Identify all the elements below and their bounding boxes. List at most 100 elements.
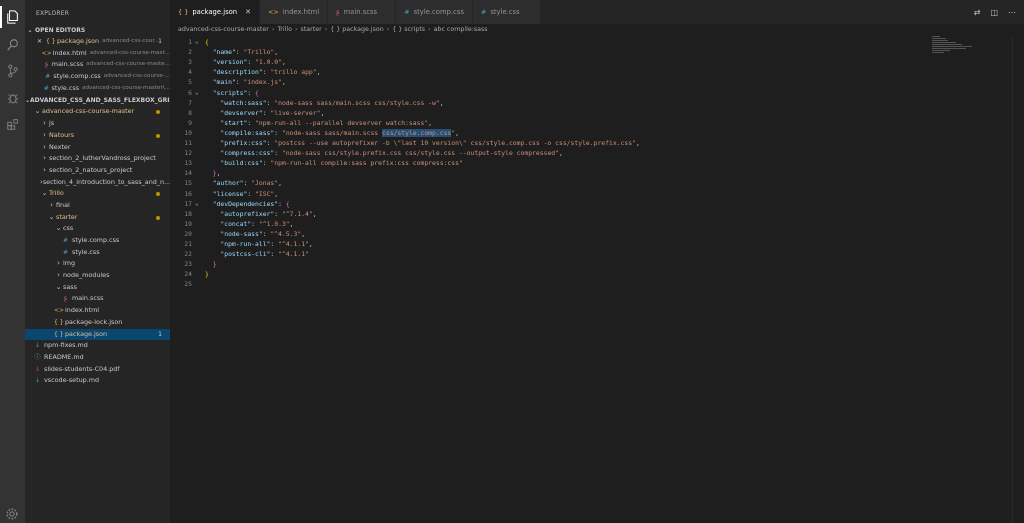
breadcrumb-item[interactable]: advanced-css-course-master — [178, 26, 269, 33]
code-text: "node-sass": "^4.5.3", — [220, 229, 306, 238]
line-number: 14 — [184, 169, 192, 178]
explorer-icon[interactable] — [5, 9, 20, 24]
scss-file-icon: ʂ — [336, 8, 340, 16]
tree-item[interactable]: ⌄ Trillo — [25, 188, 170, 200]
json-file-icon: { } — [46, 38, 56, 45]
split-editor-icon[interactable]: ◫ — [990, 8, 998, 17]
line-number: 20 — [184, 229, 192, 238]
problem-count-badge: 1 — [158, 38, 162, 45]
fold-chevron-icon[interactable]: ⌄ — [195, 88, 199, 98]
fold-chevron-icon[interactable]: ⌄ — [195, 199, 199, 209]
html-file-icon: <> — [41, 49, 52, 57]
code-editor[interactable]: 1 ⌄{2 "name": "Trillo", 3 "version": "1.0.… — [170, 36, 1024, 523]
css-file-icon: # — [62, 237, 69, 244]
debug-icon[interactable] — [5, 90, 20, 105]
code-line: 10 "compile:sass": "node-sass sass/main.… — [170, 128, 950, 138]
tree-item-label: js — [49, 119, 55, 128]
open-editor-item[interactable]: <> index.html advanced-css-course-mast... — [25, 48, 170, 60]
tree-item[interactable]: › section_4_introduction_to_sass_and_n... — [25, 177, 170, 189]
modified-dot-icon — [156, 110, 160, 115]
editor-actions: ⇄ ◫ ⋯ — [974, 0, 1024, 24]
line-number: 8 — [188, 108, 192, 117]
chevron-right-icon: › — [324, 26, 328, 33]
line-number: 22 — [184, 250, 192, 259]
tree-item[interactable]: { } package.json 1 — [25, 328, 170, 341]
settings-gear-icon[interactable] — [5, 507, 20, 521]
breadcrumb-item[interactable]: starter — [301, 26, 322, 33]
editor-scrollbar[interactable] — [1012, 36, 1024, 523]
split-compare-icon[interactable]: ⇄ — [974, 8, 981, 17]
open-editor-item[interactable]: # style.css advanced-css-course-master\... — [25, 83, 170, 95]
open-editor-label: style.comp.css — [53, 72, 101, 81]
chevron-right-icon: › — [50, 200, 53, 209]
tree-item[interactable]: ⌄ starter — [25, 212, 170, 224]
tree-item[interactable]: # style.css — [25, 247, 170, 259]
chevron-down-icon: ⌄ — [27, 27, 33, 34]
breadcrumb-item[interactable]: { } scripts — [392, 26, 425, 33]
extensions-icon[interactable] — [5, 116, 20, 131]
tree-item[interactable]: › img — [25, 258, 170, 270]
tab-label: index.html — [282, 8, 320, 16]
chevron-right-icon: › — [43, 154, 46, 163]
tree-item[interactable]: ʂ main.scss — [25, 293, 170, 305]
tree-item[interactable]: ↓ vscode-setup.md — [25, 375, 170, 387]
tab-package-json[interactable]: { } package.json ✕ — [170, 0, 260, 24]
tree-item[interactable]: { } package-lock.json — [25, 317, 170, 329]
tree-item-label: index.html — [65, 306, 100, 315]
tree-item[interactable]: ⅄ slides-students-C04.pdf — [25, 364, 170, 376]
tree-item[interactable]: ⌄ css — [25, 223, 170, 235]
tree-item[interactable]: › node_modules — [25, 270, 170, 282]
open-editors-header[interactable]: ⌄ OPEN EDITORS — [25, 25, 170, 36]
tree-item[interactable]: # style.comp.css — [25, 235, 170, 247]
breadcrumb-item[interactable]: abc compile:sass — [434, 26, 488, 33]
search-icon[interactable] — [5, 37, 20, 52]
tree-item[interactable]: ⌄ advanced-css-course-master — [25, 106, 170, 118]
code-text: } — [205, 270, 209, 279]
tree-item[interactable]: › section_2_lutherVandross_project — [25, 153, 170, 165]
source-control-icon[interactable] — [5, 63, 20, 78]
chevron-down-icon: ⌄ — [34, 107, 41, 116]
tree-item[interactable]: › Natours — [25, 130, 170, 142]
close-icon[interactable]: ✕ — [35, 36, 44, 48]
tree-item[interactable]: › Nexter — [25, 142, 170, 154]
open-editor-item[interactable]: ✕{ } package.json advanced-css-cour... 1 — [25, 36, 170, 48]
code-line: 9 "start": "npm-run-all --parallel devse… — [170, 118, 950, 128]
tab-index-html[interactable]: <> index.html — [259, 0, 329, 24]
tree-item-label: sass — [63, 282, 77, 291]
code-text: "name": "Trillo", — [212, 48, 279, 57]
tree-item-label: npm-fixes.md — [44, 341, 88, 350]
tree-item[interactable]: › section_2_natours_project — [25, 165, 170, 177]
breadcrumb-item[interactable]: { } package.json — [330, 26, 383, 33]
open-editor-item[interactable]: ʂ main.scss advanced-css-course-maste... — [25, 59, 170, 71]
tab-style-comp-css[interactable]: # style.comp.css — [396, 0, 473, 24]
code-line: 24} — [170, 269, 950, 279]
tree-item[interactable]: › final — [25, 200, 170, 212]
close-icon[interactable]: ✕ — [245, 8, 251, 16]
tree-item-label: section_2_lutherVandross_project — [49, 154, 156, 163]
open-editor-item[interactable]: # style.comp.css advanced-css-course-... — [25, 71, 170, 83]
line-number: 15 — [184, 179, 192, 188]
fold-chevron-icon[interactable]: ⌄ — [195, 37, 199, 47]
tree-item[interactable]: <> index.html — [25, 305, 170, 317]
tab-main-scss[interactable]: ʂ main.scss — [328, 0, 397, 24]
tree-item[interactable]: ⌄ sass — [25, 282, 170, 294]
code-line: 1 ⌄ { — [170, 37, 950, 47]
tree-item[interactable]: ⓘ README.md — [25, 352, 170, 364]
code-text: "author": "Jonas", — [212, 179, 282, 188]
breadcrumb-item[interactable]: Trillo — [277, 26, 292, 33]
line-number: 25 — [184, 280, 192, 289]
tab-style-css[interactable]: # style.css — [472, 0, 541, 24]
code-line: 11 "prefix:css": "postcss --use autopref… — [170, 138, 950, 148]
workspace-header[interactable]: ⌄ ADVANCED_CSS_AND_SASS_FLEXBOX_GRID_A..… — [25, 95, 170, 106]
code-text: "version": "1.0.0", — [212, 58, 286, 67]
tree-item[interactable]: ↓ npm-fixes.md — [25, 340, 170, 352]
markdown-file-icon: ↓ — [34, 342, 41, 350]
code-line: 15 "author": "Jonas", — [170, 178, 950, 188]
line-number: 9 — [188, 118, 192, 127]
tree-item[interactable]: › js — [25, 118, 170, 130]
minimap[interactable] — [932, 36, 974, 66]
code-line: 25 — [170, 279, 950, 289]
chevron-down-icon: ⌄ — [48, 212, 55, 221]
line-number: 13 — [184, 159, 192, 168]
more-icon[interactable]: ⋯ — [1008, 8, 1016, 17]
